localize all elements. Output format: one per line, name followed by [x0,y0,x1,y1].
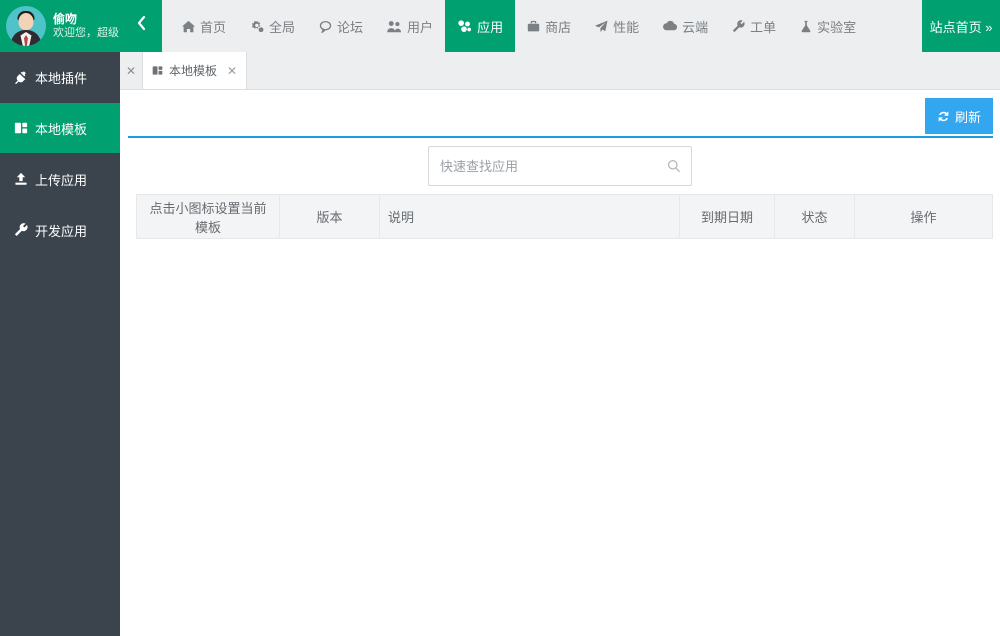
column-header-version[interactable]: 版本 [279,194,380,239]
tab-strip: ✕ 本地模板 ✕ [120,52,1000,90]
search-input[interactable] [429,147,691,185]
refresh-icon [937,110,950,123]
user-subtitle: 欢迎您，超级管... [53,26,120,39]
nav-label: 云端 [682,19,709,35]
sidebar-item-label: 本地模板 [35,121,88,137]
plug-icon [14,70,28,84]
tab-label: 本地模板 [169,64,218,78]
nav-label: 实验室 [817,19,857,35]
user-text: 偷吻 欢迎您，超级管... [53,12,120,41]
apps-table-wrap: 点击小图标设置当前模板 版本 说明 到期日期 状态 操作 [136,194,993,239]
nav-item-users[interactable]: 用户 [375,0,445,52]
nav-label: 全局 [269,19,296,35]
wrench-icon [732,19,745,33]
nav-label: 论坛 [337,19,364,35]
home-icon [182,20,195,33]
content-toolbar: 刷新 [128,90,993,138]
nav-item-performance[interactable]: 性能 [583,0,651,52]
nav-label: 首页 [200,19,227,35]
sidebar-item-local-templates[interactable]: 本地模板 [0,103,120,154]
column-header-status[interactable]: 状态 [774,194,855,239]
flask-icon [800,20,812,33]
nav-item-lab[interactable]: 实验室 [788,0,868,52]
sidebar-item-upload-app[interactable]: 上传应用 [0,154,120,205]
site-home-link[interactable]: 站点首页 » [922,0,1000,52]
search-icon[interactable] [667,159,681,173]
nav-item-home[interactable]: 首页 [170,0,238,52]
column-header-expiry-date[interactable]: 到期日期 [679,194,775,239]
template-icon [14,121,28,135]
nav-item-store[interactable]: 商店 [515,0,583,52]
nav-item-apps[interactable]: 应用 [445,0,516,52]
refresh-label: 刷新 [954,109,981,125]
refresh-button[interactable]: 刷新 [924,98,993,134]
sidebar-item-label: 本地插件 [35,70,88,86]
nav-label: 应用 [477,19,504,35]
upload-icon [14,172,28,186]
nav-item-global[interactable]: 全局 [238,0,307,52]
app-window: 偷吻 欢迎您，超级管... 首页 全局 [0,0,1000,636]
chevron-left-icon [136,15,147,37]
apps-table-header: 点击小图标设置当前模板 版本 说明 到期日期 状态 操作 [136,194,993,239]
template-icon [152,65,163,76]
sidebar: 本地插件 本地模板 上传应用 开发应用 [0,52,120,636]
nav-label: 商店 [545,19,572,35]
wrench-icon [14,223,28,237]
table-header-row: 点击小图标设置当前模板 版本 说明 到期日期 状态 操作 [136,194,993,239]
nav-item-cloud[interactable]: 云端 [651,0,720,52]
sidebar-item-label: 上传应用 [35,172,88,188]
users-icon [387,20,402,33]
gears-icon [250,20,264,33]
nav-item-forum[interactable]: 论坛 [307,0,375,52]
puzzle-icon [457,19,472,33]
cloud-icon [663,20,678,32]
briefcase-icon [527,20,540,33]
top-bar: 偷吻 欢迎您，超级管... 首页 全局 [0,0,1000,52]
apps-table: 点击小图标设置当前模板 版本 说明 到期日期 状态 操作 [136,194,993,239]
nav-label: 性能 [613,19,640,35]
close-icon[interactable]: ✕ [227,64,237,78]
user-profile-block[interactable]: 偷吻 欢迎您，超级管... [0,0,120,52]
nav-label: 用户 [407,19,434,35]
nav-label: 工单 [750,19,777,35]
search-box[interactable] [428,146,692,186]
sidebar-item-label: 开发应用 [35,223,88,239]
content-area: 刷新 点击小图标设置当前模板 版本 [120,90,1000,636]
main-nav: 首页 全局 论坛 用户 应用 商店 性能 云端 工单 实验室 [162,0,922,52]
search-row [120,138,1000,194]
tab-local-templates[interactable]: 本地模板 ✕ [142,52,248,89]
user-name: 偷吻 [53,11,78,26]
paper-plane-icon [595,20,608,33]
column-header-template[interactable]: 点击小图标设置当前模板 [136,194,280,239]
nav-item-tickets[interactable]: 工单 [720,0,788,52]
sidebar-collapse-button[interactable] [120,0,162,52]
avatar [6,6,46,46]
column-header-description[interactable]: 说明 [379,194,680,239]
column-header-actions[interactable]: 操作 [854,194,993,239]
sidebar-item-develop-app[interactable]: 开发应用 [0,205,120,256]
sidebar-item-local-plugins[interactable]: 本地插件 [0,52,120,103]
comment-icon [319,20,332,33]
close-all-tabs-button[interactable]: ✕ [120,52,142,89]
